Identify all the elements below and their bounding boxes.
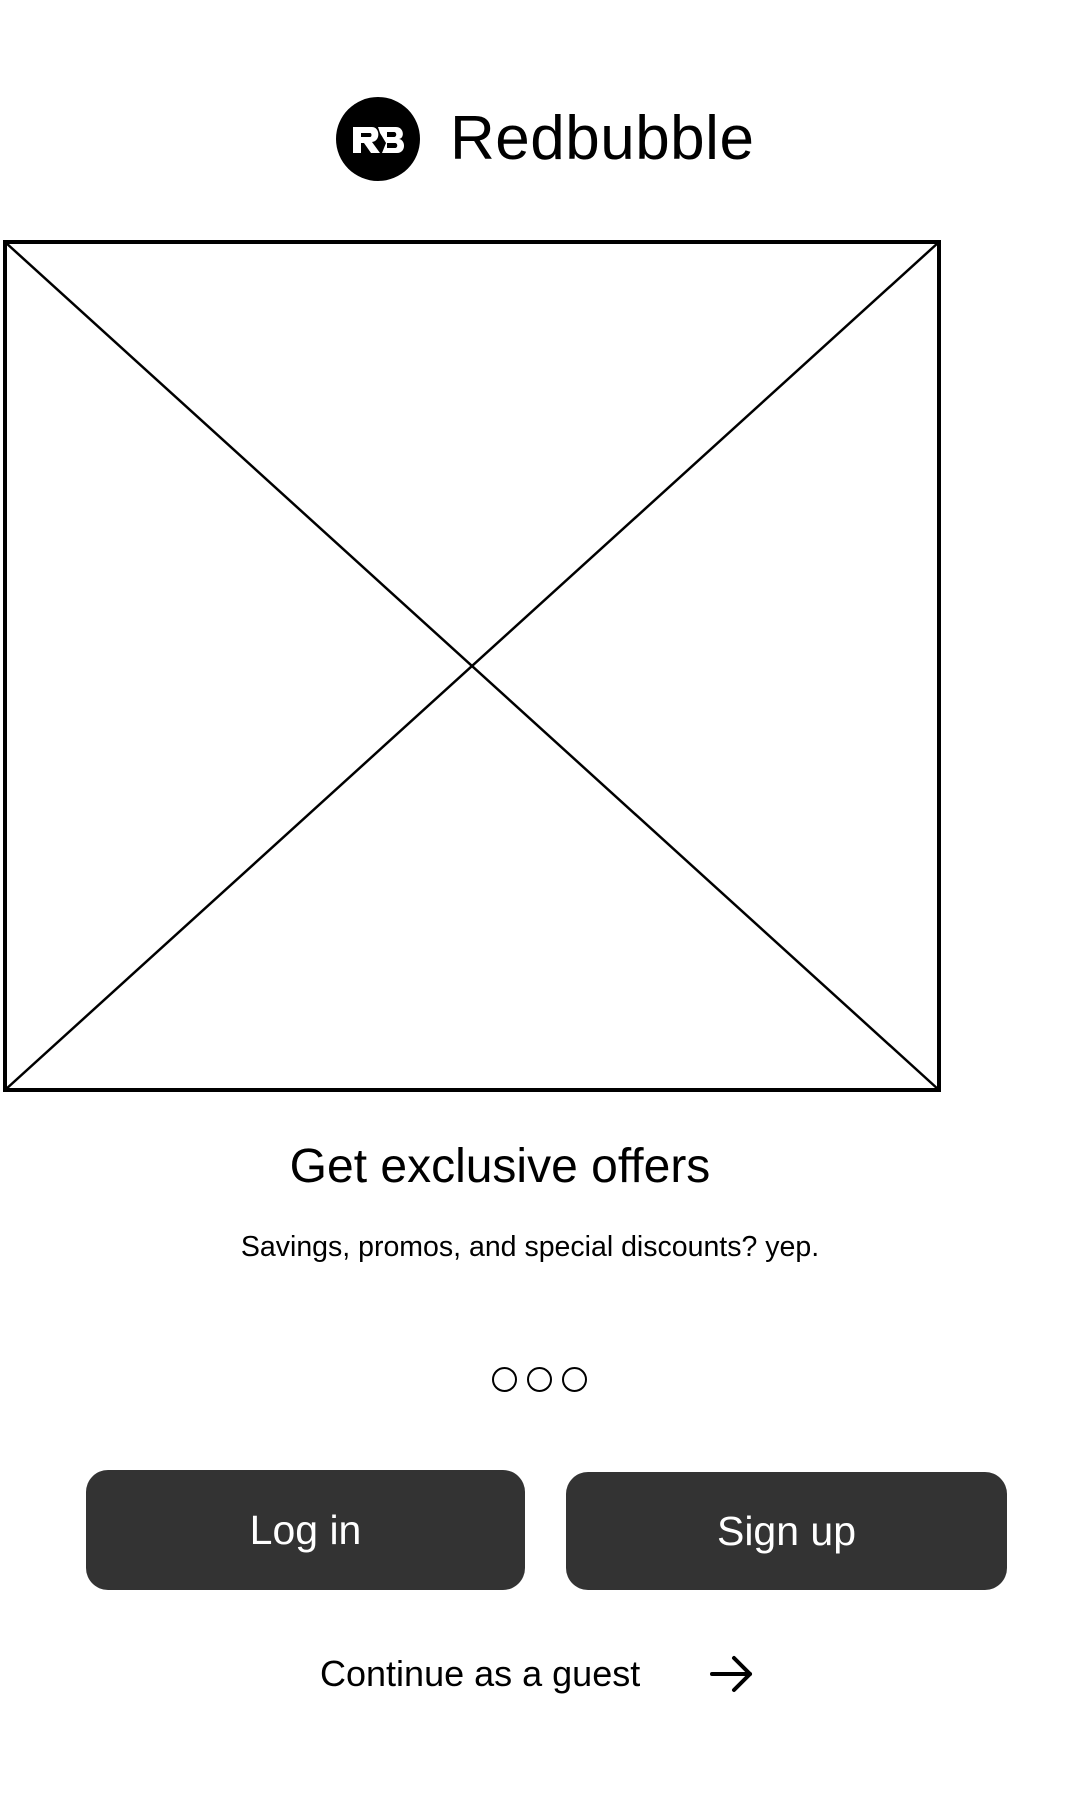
page-dot-1[interactable] (492, 1366, 517, 1392)
app-logo: Redbubble (336, 97, 755, 181)
image-placeholder-icon (3, 240, 941, 1092)
arrow-right-icon[interactable] (710, 1654, 754, 1694)
hero-image-placeholder (3, 240, 941, 1092)
page-dot-2[interactable] (527, 1366, 552, 1392)
onboarding-headline: Get exclusive offers (289, 1140, 711, 1193)
onboarding-subtext: Savings, promos, and special discounts? … (240, 1231, 820, 1263)
redbubble-logo-icon (336, 97, 420, 181)
page-dot-3[interactable] (562, 1366, 587, 1392)
continue-as-guest-link[interactable]: Continue as a guest (320, 1644, 754, 1704)
brand-name: Redbubble (450, 104, 755, 173)
page-indicator[interactable] (492, 1366, 587, 1392)
guest-link-label: Continue as a guest (320, 1653, 641, 1694)
signup-button[interactable]: Sign up (566, 1472, 1007, 1590)
login-button[interactable]: Log in (86, 1470, 525, 1590)
